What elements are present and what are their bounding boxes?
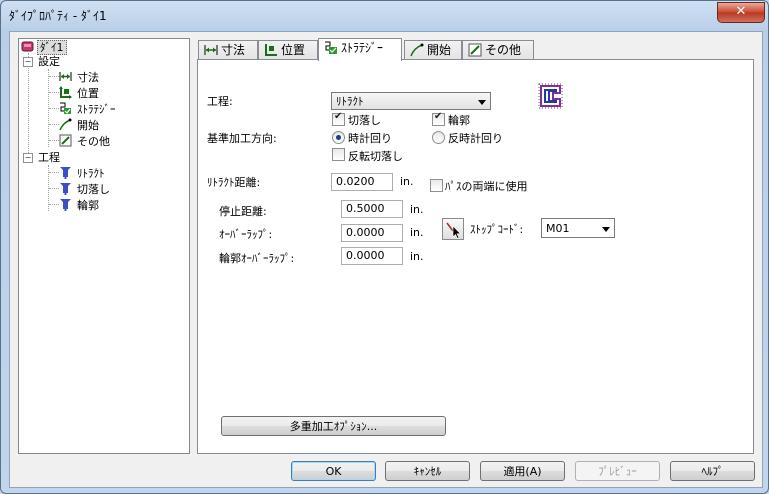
apply-button[interactable]: 適用(A) — [480, 461, 565, 481]
start-icon — [59, 118, 72, 131]
dialog-window: ﾀﾞｲﾌﾟﾛﾊﾟﾃｨ - ﾀﾞｲ1 ✕ ﾀﾞｲ1 − 設定 寸法 位置 ｽﾄﾗﾃ… — [0, 0, 769, 494]
stop-distance-unit: in. — [410, 203, 424, 216]
contour-overlap-unit: in. — [410, 250, 424, 263]
stop-code-label: ｽﾄｯﾌﾟｺｰﾄﾞ: — [470, 223, 524, 236]
both-ends-label: ﾊﾟｽの両端に使用 — [445, 180, 528, 193]
tree-item-dimensions[interactable]: 寸法 — [59, 70, 101, 85]
clockwise-label: 時計回り — [348, 132, 392, 145]
dimension-icon — [59, 70, 72, 83]
tab-dimensions[interactable]: 寸法 — [198, 40, 258, 60]
chevron-down-icon — [602, 227, 610, 232]
counterclockwise-radio[interactable] — [432, 131, 445, 144]
start-icon — [410, 43, 424, 57]
cursor-pick-icon — [446, 222, 462, 239]
position-icon — [59, 86, 72, 99]
both-ends-checkbox[interactable] — [430, 179, 443, 192]
tool-icon — [59, 166, 72, 179]
die-icon — [21, 40, 34, 53]
multi-process-options-button[interactable]: 多重加工ｵﾌﾟｼｮﾝ... — [221, 416, 446, 436]
overlap-unit: in. — [410, 226, 424, 239]
help-button[interactable]: ﾍﾙﾌﾟ — [670, 461, 755, 481]
counterclockwise-label: 反時計回り — [448, 132, 503, 145]
cancel-button[interactable]: ｷｬﾝｾﾙ — [385, 461, 470, 481]
overlap-input[interactable]: 0.0000 — [341, 224, 403, 242]
stop-code-picker-button[interactable] — [442, 218, 464, 240]
dimension-icon — [204, 43, 218, 57]
cutoff-label: 切落し — [348, 114, 381, 127]
contour-checkbox[interactable] — [432, 111, 445, 126]
preview-button[interactable]: ﾌﾟﾚﾋﾞｭｰ — [575, 461, 660, 481]
tool-icon — [59, 182, 72, 195]
tree-item-position[interactable]: 位置 — [59, 86, 101, 101]
other-icon — [468, 43, 482, 57]
collapse-settings-toggle[interactable]: − — [23, 57, 33, 67]
tab-start[interactable]: 開始 — [404, 40, 462, 60]
tab-other[interactable]: その他 — [462, 40, 534, 60]
ok-button[interactable]: OK — [291, 461, 376, 481]
tree-item-die[interactable]: ﾀﾞｲ1 — [21, 40, 67, 55]
retract-unit: in. — [400, 175, 414, 188]
dialog-client: ﾀﾞｲ1 − 設定 寸法 位置 ｽﾄﾗﾃｼﾞｰ 開始 その他 − 工程 ﾘﾄﾗｸ… — [9, 31, 763, 488]
stop-code-value: M01 — [546, 222, 570, 235]
tree-item-label: 輪郭 — [77, 199, 99, 212]
tab-label: 寸法 — [221, 43, 246, 57]
clockwise-radio[interactable] — [332, 131, 345, 144]
tree-item-label: ｽﾄﾗﾃｼﾞｰ — [77, 103, 116, 116]
die-shape-preview-icon — [536, 81, 566, 111]
overlap-label: ｵｰﾊﾞｰﾗｯﾌﾟ: — [219, 228, 273, 241]
process-select-value: ﾘﾄﾗｸﾄ — [336, 95, 364, 108]
retract-distance-input[interactable]: 0.0200 — [331, 173, 393, 191]
retract-label: ﾘﾄﾗｸﾄ距離: — [207, 176, 261, 189]
tab-label: その他 — [485, 43, 522, 57]
tab-label: 位置 — [281, 43, 306, 57]
strategy-icon — [59, 102, 72, 115]
stop-distance-input[interactable]: 0.5000 — [341, 200, 403, 218]
reverse-cutoff-checkbox[interactable] — [332, 148, 345, 161]
tree-item-other[interactable]: その他 — [59, 134, 112, 149]
tab-label: 開始 — [427, 43, 452, 57]
tree-item-retract[interactable]: ﾘﾄﾗｸﾄ — [59, 166, 107, 181]
tree-item-label: 切落し — [77, 183, 110, 196]
direction-label: 基準加工方向: — [207, 132, 277, 145]
tree-item-settings[interactable]: 設定 — [36, 54, 62, 69]
tree-item-label: ﾘﾄﾗｸﾄ — [77, 167, 105, 180]
contour-overlap-label: 輪郭ｵｰﾊﾞｰﾗｯﾌﾟ: — [219, 252, 295, 265]
settings-tree[interactable]: ﾀﾞｲ1 − 設定 寸法 位置 ｽﾄﾗﾃｼﾞｰ 開始 その他 − 工程 ﾘﾄﾗｸ… — [18, 38, 190, 454]
tree-item-cutoff[interactable]: 切落し — [59, 182, 112, 197]
tree-item-label: ﾀﾞｲ1 — [37, 40, 67, 55]
tab-label: ｽﾄﾗﾃｼﾞｰ — [341, 41, 384, 55]
strategy-icon — [324, 41, 338, 55]
process-select[interactable]: ﾘﾄﾗｸﾄ — [331, 92, 491, 110]
close-button[interactable]: ✕ — [717, 2, 765, 23]
contour-label: 輪郭 — [448, 114, 470, 127]
stop-distance-label: 停止距離: — [219, 205, 267, 218]
tree-item-label: 位置 — [77, 87, 99, 100]
tree-item-strategy[interactable]: ｽﾄﾗﾃｼﾞｰ — [59, 102, 118, 117]
cutoff-checkbox[interactable] — [332, 111, 345, 126]
tree-item-label: 寸法 — [77, 71, 99, 84]
strategy-panel: 工程: ﾘﾄﾗｸﾄ 切落し 輪郭 基準加工方向: 時計回り 反時計回り — [197, 59, 754, 454]
tree-item-label: その他 — [77, 135, 110, 148]
tree-item-process[interactable]: 工程 — [36, 150, 62, 165]
position-icon — [264, 43, 278, 57]
stop-code-select[interactable]: M01 — [541, 218, 615, 238]
window-title: ﾀﾞｲﾌﾟﾛﾊﾟﾃｨ - ﾀﾞｲ1 — [9, 9, 107, 23]
other-icon — [59, 134, 72, 147]
tab-strategy[interactable]: ｽﾄﾗﾃｼﾞｰ — [318, 38, 402, 61]
chevron-down-icon — [478, 100, 486, 105]
collapse-process-toggle[interactable]: − — [23, 153, 33, 163]
contour-overlap-input[interactable]: 0.0000 — [341, 247, 403, 265]
tree-item-label: 設定 — [38, 55, 60, 68]
process-label: 工程: — [207, 95, 233, 108]
tree-item-label: 開始 — [77, 119, 99, 132]
reverse-cutoff-label: 反転切落し — [348, 150, 403, 163]
tree-item-label: 工程 — [38, 151, 60, 164]
tree-item-start[interactable]: 開始 — [59, 118, 101, 133]
tool-icon — [59, 198, 72, 211]
tree-item-contour[interactable]: 輪郭 — [59, 198, 101, 213]
tab-position[interactable]: 位置 — [258, 40, 318, 60]
